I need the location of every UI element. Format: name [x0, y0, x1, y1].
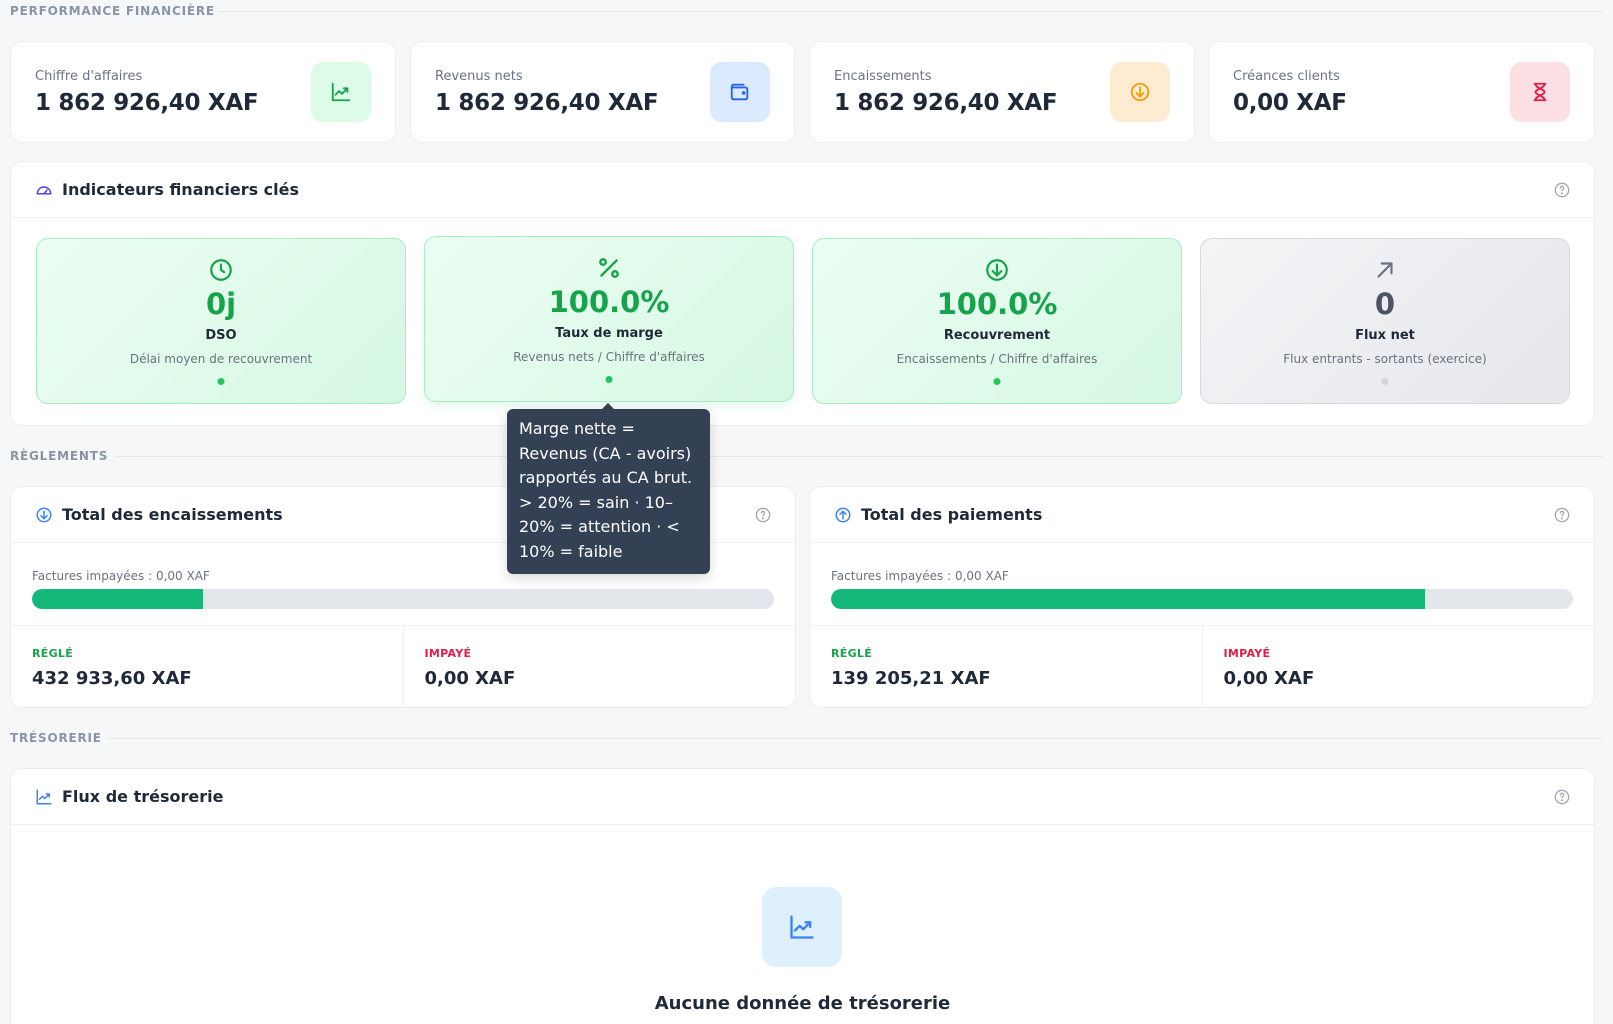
kpi-value: 0,00 XAF — [1233, 90, 1347, 116]
paiements-header: Total des paiements — [810, 487, 1594, 543]
indicator-value: 100.0% — [548, 285, 670, 319]
paiements-card: Total des paiements Factures impayées : … — [809, 486, 1595, 708]
help-icon[interactable] — [1554, 507, 1570, 523]
indicator-description: Flux entrants - sortants (exercice) — [1283, 352, 1487, 366]
kpi-card-chiffre-affaires: Chiffre d'affaires 1 862 926,40 XAF — [10, 41, 396, 143]
paid-label: RÉGLÉ — [32, 647, 74, 660]
tresorerie-card: Flux de trésorerie Aucune donnée de trés… — [10, 768, 1595, 1024]
unpaid-invoices-text: Factures impayées : 0,00 XAF — [32, 569, 210, 583]
progress-fill — [32, 589, 203, 609]
chart-line-icon — [311, 62, 371, 122]
kpi-value: 1 862 926,40 XAF — [834, 90, 1058, 116]
indicator-tile-recouvrement[interactable]: 100.0% Recouvrement Encaissements / Chif… — [812, 238, 1182, 404]
status-dot — [605, 376, 613, 383]
indicators-header: Indicateurs financiers clés — [11, 162, 1594, 218]
kpi-label: Encaissements — [834, 69, 932, 84]
empty-state-title: Aucune donnée de trésorerie — [654, 993, 951, 1014]
kpi-label: Chiffre d'affaires — [35, 69, 143, 84]
kpi-value: 1 862 926,40 XAF — [35, 90, 259, 116]
status-dot — [217, 378, 225, 385]
clock-icon — [208, 257, 234, 283]
indicator-tile-dso[interactable]: 0j DSO Délai moyen de recouvrement — [36, 238, 406, 404]
paid-amount: 139 205,21 XAF — [831, 668, 991, 689]
indicator-description: Revenus nets / Chiffre d'affaires — [513, 350, 705, 364]
tresorerie-title: Flux de trésorerie — [62, 787, 224, 806]
amount-split: RÉGLÉ 432 933,60 XAF IMPAYÉ 0,00 XAF — [11, 625, 795, 707]
indicator-value: 0 — [1374, 287, 1396, 321]
section-title-tresorerie: TRÉSORERIE — [10, 731, 102, 745]
paid-column: RÉGLÉ 139 205,21 XAF — [810, 626, 1202, 707]
indicator-name: Taux de marge — [555, 326, 663, 341]
kpi-label: Créances clients — [1233, 69, 1340, 84]
unpaid-invoices-text: Factures impayées : 0,00 XAF — [831, 569, 1009, 583]
progress-fill — [831, 589, 1425, 609]
indicator-tile-taux-de-marge[interactable]: 100.0% Taux de marge Revenus nets / Chif… — [424, 236, 794, 402]
hourglass-icon — [1510, 62, 1570, 122]
kpi-card-encaissements: Encaissements 1 862 926,40 XAF — [809, 41, 1195, 143]
indicators-title: Indicateurs financiers clés — [62, 180, 300, 199]
status-dot — [1381, 378, 1389, 385]
section-title-performance: PERFORMANCE FINANCIÈRE — [10, 4, 215, 18]
indicator-tile-flux-net[interactable]: 0 Flux net Flux entrants - sortants (exe… — [1200, 238, 1570, 404]
indicator-name: DSO — [205, 328, 237, 343]
indicator-name: Recouvrement — [943, 328, 1051, 343]
paid-label: RÉGLÉ — [831, 647, 873, 660]
unpaid-amount: 0,00 XAF — [1223, 668, 1315, 689]
chart-line-icon — [762, 887, 842, 967]
arrow-down-circle-icon — [1110, 62, 1170, 122]
help-icon[interactable] — [1554, 182, 1570, 198]
progress-bar — [831, 589, 1573, 609]
arrow-down-circle-icon — [35, 506, 53, 524]
gauge-icon — [35, 181, 53, 199]
unpaid-column: IMPAYÉ 0,00 XAF — [1201, 626, 1595, 707]
unpaid-amount: 0,00 XAF — [424, 668, 516, 689]
amount-split: RÉGLÉ 139 205,21 XAF IMPAYÉ 0,00 XAF — [810, 625, 1594, 707]
indicator-description: Délai moyen de recouvrement — [129, 352, 313, 366]
indicator-value: 0j — [205, 287, 237, 321]
unpaid-label: IMPAYÉ — [424, 647, 472, 660]
section-divider — [218, 11, 1603, 12]
indicators-panel: Indicateurs financiers clés 0j DSO Délai… — [10, 161, 1595, 426]
indicator-name: Flux net — [1355, 328, 1415, 343]
section-title-reglements: RÈGLEMENTS — [10, 449, 109, 463]
section-divider — [108, 738, 1603, 739]
paid-amount: 432 933,60 XAF — [32, 668, 192, 689]
indicator-description: Encaissements / Chiffre d'affaires — [896, 352, 1098, 366]
progress-bar — [32, 589, 774, 609]
margin-tooltip: Marge nette = Revenus (CA - avoirs) rapp… — [507, 403, 710, 574]
arrow-down-circle-icon — [984, 257, 1010, 283]
encaissements-title: Total des encaissements — [62, 505, 283, 524]
paid-column: RÉGLÉ 432 933,60 XAF — [11, 626, 403, 707]
arrow-up-circle-icon — [834, 506, 852, 524]
arrow-up-right-icon — [1372, 257, 1398, 283]
paiements-title: Total des paiements — [861, 505, 1043, 524]
percent-icon — [596, 255, 622, 281]
kpi-card-revenus-nets: Revenus nets 1 862 926,40 XAF — [410, 41, 795, 143]
help-icon[interactable] — [755, 507, 771, 523]
indicator-value: 100.0% — [936, 287, 1058, 321]
kpi-value: 1 862 926,40 XAF — [435, 90, 659, 116]
section-divider — [114, 456, 1603, 457]
chart-line-icon — [35, 788, 53, 806]
unpaid-label: IMPAYÉ — [1223, 647, 1271, 660]
unpaid-column: IMPAYÉ 0,00 XAF — [402, 626, 796, 707]
tresorerie-header: Flux de trésorerie — [11, 769, 1594, 825]
help-icon[interactable] — [1554, 789, 1570, 805]
status-dot — [993, 378, 1001, 385]
kpi-label: Revenus nets — [435, 69, 523, 84]
kpi-card-creances-clients: Créances clients 0,00 XAF — [1208, 41, 1595, 143]
wallet-icon — [710, 62, 770, 122]
